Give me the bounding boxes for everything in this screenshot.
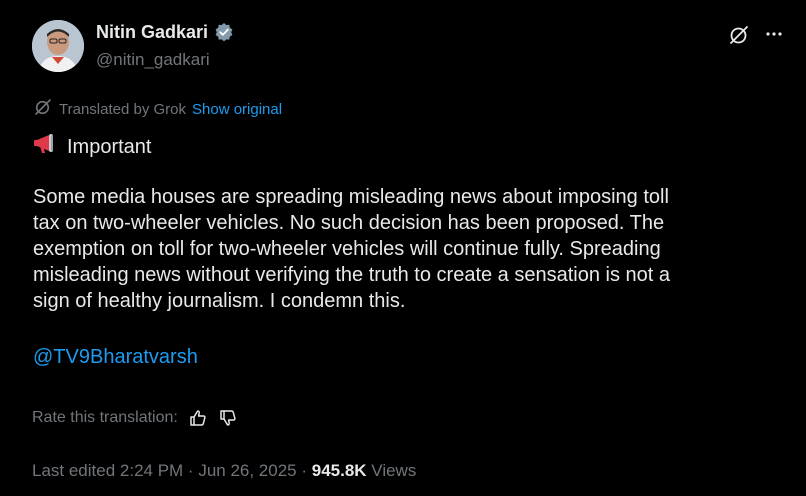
rate-translation: Rate this translation: bbox=[32, 407, 238, 429]
post-card: Nitin Gadkari @nitin_gadkari Translated … bbox=[0, 0, 806, 496]
show-original-link[interactable]: Show original bbox=[192, 100, 282, 120]
avatar[interactable] bbox=[32, 20, 84, 72]
views-count: 945.8K bbox=[311, 461, 367, 480]
post-body: Some media houses are spreading misleadi… bbox=[33, 186, 671, 312]
grok-translate-icon bbox=[33, 97, 53, 123]
grok-icon[interactable] bbox=[727, 23, 751, 47]
thumbs-up-icon[interactable] bbox=[188, 408, 208, 428]
translated-by-label: Translated by Grok bbox=[59, 101, 186, 118]
author-name-text: Nitin Gadkari bbox=[96, 22, 209, 42]
rate-translation-label: Rate this translation: bbox=[32, 409, 178, 426]
author-handle[interactable]: @nitin_gadkari bbox=[96, 49, 210, 71]
edited-timestamp[interactable]: Last edited 2:24 PM · Jun 26, 2025 · bbox=[32, 461, 312, 480]
megaphone-icon bbox=[33, 132, 61, 162]
post-heading: Important bbox=[33, 132, 151, 162]
post-heading-text: Important bbox=[67, 136, 152, 158]
views-label: Views bbox=[366, 461, 417, 480]
verified-badge-icon bbox=[214, 22, 234, 42]
thumbs-down-icon[interactable] bbox=[218, 408, 238, 428]
mention-link[interactable]: @TV9Bharatvarsh bbox=[33, 344, 198, 370]
post-meta: Last edited 2:24 PM · Jun 26, 2025 · 945… bbox=[32, 460, 416, 482]
author-name[interactable]: Nitin Gadkari bbox=[96, 21, 234, 43]
more-options-icon[interactable] bbox=[762, 22, 786, 46]
translation-notice: Translated by Grok Show original bbox=[33, 97, 282, 123]
